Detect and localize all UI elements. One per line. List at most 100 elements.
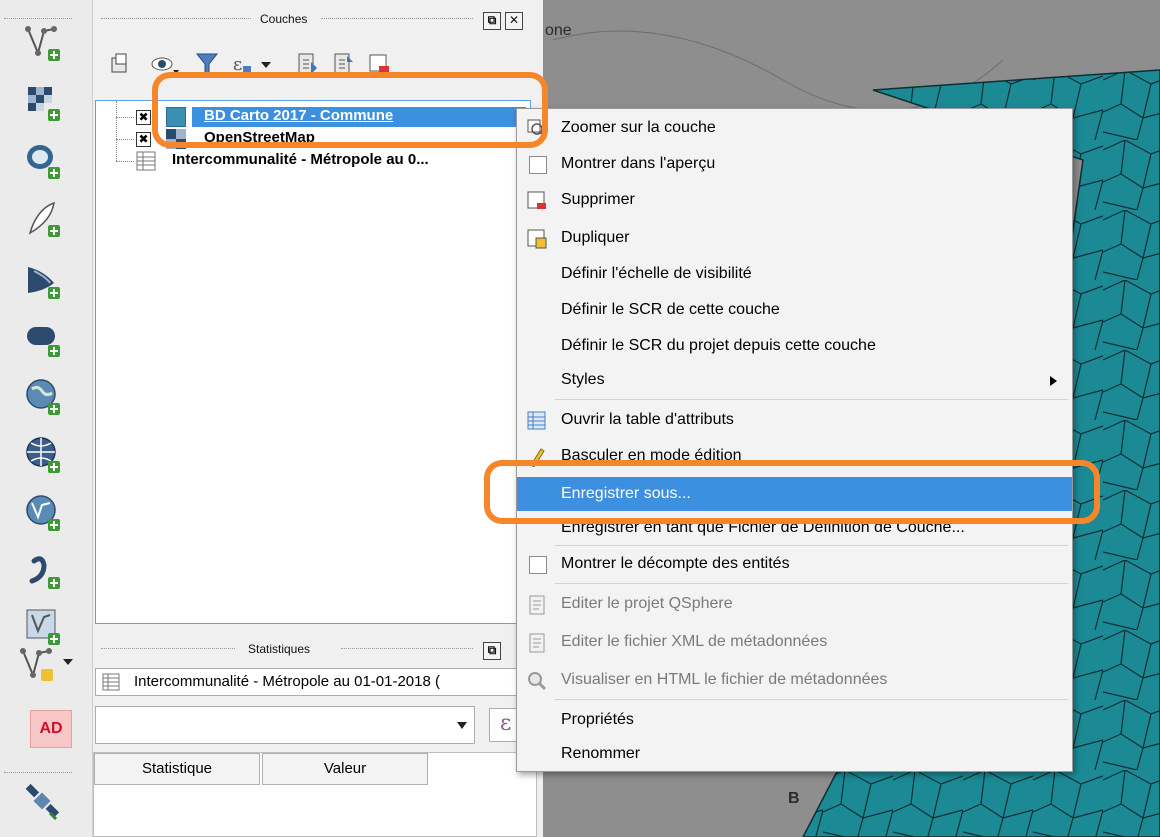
- stats-layer-select[interactable]: Intercommunalité - Métropole au 01-01-20…: [95, 668, 519, 696]
- comma-icon: [29, 556, 60, 589]
- globe-wfs-icon: [26, 495, 60, 531]
- new-vector-layer-icon: [20, 648, 73, 681]
- postgis-elephant-icon: [27, 145, 60, 179]
- document-icon: [529, 595, 545, 615]
- menu-item-label: Editer le projet QSphere: [561, 595, 733, 612]
- feather-icon: [28, 201, 60, 237]
- add-delimited-text-button[interactable]: [18, 548, 70, 594]
- menu-item-edit-xml-metadata[interactable]: Editer le fichier XML de métadonnées: [517, 625, 1072, 659]
- menu-separator: [555, 583, 1068, 584]
- menu-item-show-in-overview[interactable]: Montrer dans l'aperçu: [517, 147, 1072, 181]
- menu-item-rename[interactable]: Renommer: [517, 737, 1072, 771]
- globe-wcs-icon: [26, 437, 60, 473]
- georeferencer-button[interactable]: [18, 780, 70, 826]
- menu-item-label: Supprimer: [561, 191, 635, 208]
- menu-item-label: Renommer: [561, 745, 641, 762]
- stats-field-input[interactable]: [95, 706, 475, 744]
- chevron-down-icon[interactable]: [456, 721, 468, 731]
- remove-layer-icon: [527, 191, 546, 209]
- menu-item-label: Dupliquer: [561, 229, 630, 246]
- statistics-panel: Statistiques ⧉ Intercommunalité - Métrop…: [93, 628, 543, 837]
- checkbox-icon[interactable]: [529, 156, 547, 174]
- menu-item-label: Ouvrir la table d'attributs: [561, 411, 734, 428]
- stats-panel-titlebar: Statistiques ⧉: [93, 638, 543, 660]
- float-panel-button[interactable]: ⧉: [483, 12, 501, 30]
- layer-context-menu: Zoomer sur la couche Montrer dans l'aper…: [516, 108, 1073, 772]
- vector-add-icon: [25, 26, 60, 61]
- map-place-label: one: [545, 22, 572, 39]
- menu-separator: [555, 399, 1068, 400]
- layer-styling-icon[interactable]: [109, 52, 133, 76]
- table-layer-icon: [136, 151, 156, 171]
- annotation-highlight-layer: [152, 72, 548, 148]
- menu-item-show-feature-count[interactable]: Montrer le décompte des entités: [517, 547, 1072, 581]
- menu-item-zoom-to-layer[interactable]: Zoomer sur la couche: [517, 111, 1072, 145]
- menu-item-label: Montrer le décompte des entités: [561, 555, 790, 572]
- layers-panel-title: Couches: [260, 12, 308, 26]
- satellite-icon: [25, 783, 60, 821]
- menu-item-label: Définir le SCR du projet depuis cette co…: [561, 337, 876, 354]
- menu-item-edit-qsphere[interactable]: Editer le projet QSphere: [517, 587, 1072, 621]
- add-spatialite-layer-button[interactable]: [18, 196, 70, 242]
- menu-item-label: Visualiser en HTML le fichier de métadon…: [561, 671, 888, 688]
- menu-item-label: Editer le fichier XML de métadonnées: [561, 633, 828, 650]
- add-postgis-layer-button[interactable]: [18, 138, 70, 184]
- add-wms-layer-button[interactable]: [18, 374, 70, 420]
- checkbox-icon[interactable]: [529, 556, 547, 574]
- table-layer-icon: [102, 673, 120, 691]
- attribute-table-icon: [527, 411, 546, 430]
- add-oracle-layer-button[interactable]: [18, 316, 70, 362]
- menu-item-view-html-metadata[interactable]: Visualiser en HTML le fichier de métadon…: [517, 663, 1072, 697]
- raster-add-icon: [28, 87, 60, 121]
- annotation-highlight-save-as: [484, 460, 1100, 524]
- menu-item-label: Définir l'échelle de visibilité: [561, 265, 752, 282]
- menu-item-properties[interactable]: Propriétés: [517, 703, 1072, 737]
- magnifier-icon: [528, 672, 547, 691]
- new-layer-dropdown-button[interactable]: [14, 642, 84, 688]
- toolbar-grip-2: [4, 772, 72, 777]
- layer-checkbox[interactable]: ✖: [136, 110, 151, 125]
- add-raster-layer-button[interactable]: [18, 80, 70, 126]
- stats-panel-title: Statistiques: [248, 642, 311, 656]
- layer-tree[interactable]: ✖ BD Carto 2017 - Commune ✖ OpenStreetMa…: [95, 100, 531, 624]
- map-place-label-bottom: B: [788, 790, 800, 807]
- globe-wms-icon: [26, 379, 60, 415]
- menu-item-label: Montrer dans l'aperçu: [561, 155, 716, 172]
- add-vector-layer-button[interactable]: [18, 20, 70, 66]
- layer-checkbox[interactable]: ✖: [136, 132, 151, 147]
- document-icon: [529, 633, 545, 653]
- menu-item-label: Définir le SCR de cette couche: [561, 301, 780, 318]
- layer-name: Intercommunalité - Métropole au 0...: [172, 151, 429, 168]
- menu-item-label: Zoomer sur la couche: [561, 119, 716, 136]
- menu-item-styles[interactable]: Styles: [517, 363, 1072, 397]
- menu-item-label: Styles: [561, 371, 605, 388]
- stats-layer-name: Intercommunalité - Métropole au 01-01-20…: [134, 673, 440, 690]
- ad-plugin-button[interactable]: AD: [30, 710, 72, 748]
- menu-item-set-project-crs[interactable]: Définir le SCR du projet depuis cette co…: [517, 329, 1072, 363]
- menu-separator: [555, 699, 1068, 700]
- add-wfs-layer-button[interactable]: [18, 490, 70, 536]
- submenu-arrow-icon: [1050, 376, 1057, 386]
- layers-panel-titlebar: Couches ⧉ ✕: [93, 8, 543, 30]
- stats-table: Statistique Valeur: [93, 752, 537, 837]
- add-mssql-layer-button[interactable]: [18, 258, 70, 304]
- menu-item-set-layer-crs[interactable]: Définir le SCR de cette couche: [517, 293, 1072, 327]
- add-wcs-layer-button[interactable]: [18, 432, 70, 478]
- left-toolbar: AD: [0, 0, 93, 837]
- epsilon-icon: ε: [500, 711, 512, 736]
- close-panel-button[interactable]: ✕: [505, 12, 523, 30]
- duplicate-layer-icon: [527, 229, 547, 249]
- tree-branch-line: [116, 101, 117, 161]
- menu-item-remove[interactable]: Supprimer: [517, 183, 1072, 217]
- stats-float-button[interactable]: ⧉: [483, 642, 501, 660]
- menu-item-label: Propriétés: [561, 711, 634, 728]
- layer-row-intercommunalite[interactable]: Intercommunalité - Métropole au 0...: [96, 151, 528, 171]
- menu-item-set-scale-visibility[interactable]: Définir l'échelle de visibilité: [517, 257, 1072, 291]
- virtual-layer-icon: [26, 609, 60, 645]
- menu-item-open-attribute-table[interactable]: Ouvrir la table d'attributs: [517, 403, 1072, 437]
- menu-separator: [555, 545, 1068, 546]
- stats-col-header[interactable]: Statistique: [94, 753, 260, 785]
- oracle-icon: [27, 327, 60, 357]
- stats-col-header[interactable]: Valeur: [262, 753, 428, 785]
- menu-item-duplicate[interactable]: Dupliquer: [517, 221, 1072, 255]
